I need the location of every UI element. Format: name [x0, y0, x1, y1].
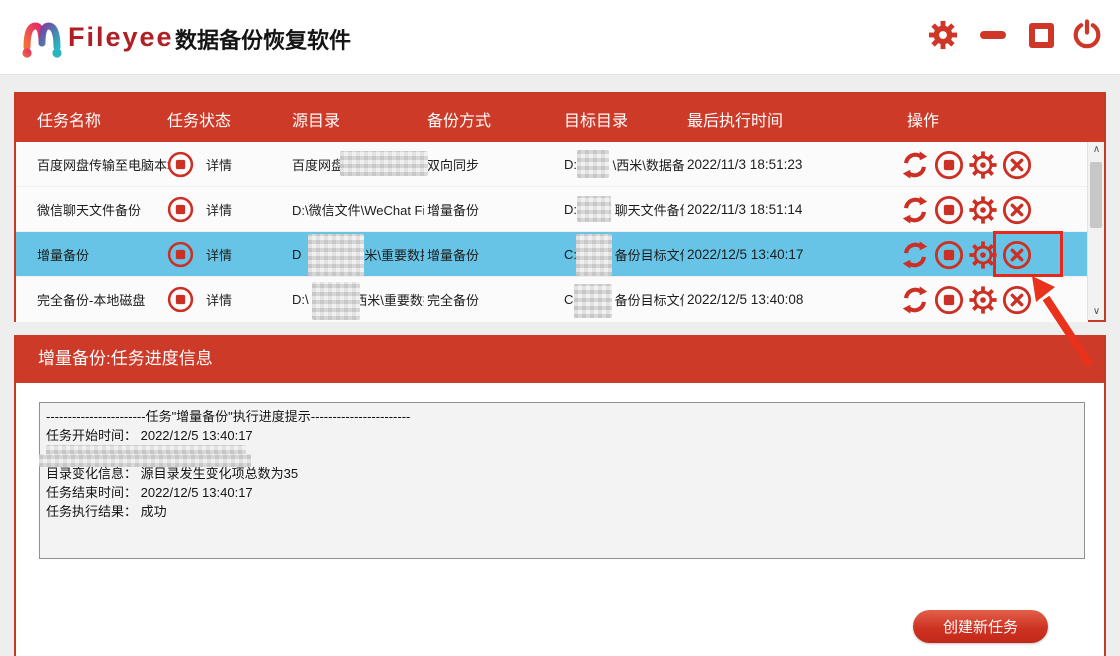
header-source-dir: 源目录: [292, 107, 340, 131]
stop-icon[interactable]: [934, 240, 964, 270]
table-row[interactable]: 完全备份-本地磁盘 详情 D:\\西米\重要数据... 完全备份 C:\备份目标…: [16, 277, 1088, 322]
target-dir-suffix: 聊天文件备份: [615, 200, 684, 219]
detail-link[interactable]: 详情: [206, 200, 232, 219]
delete-icon[interactable]: [1002, 150, 1032, 180]
sync-icon[interactable]: [900, 285, 930, 315]
settings-icon[interactable]: [968, 150, 998, 180]
minimize-icon[interactable]: [976, 18, 1010, 52]
delete-icon[interactable]: [1002, 195, 1032, 225]
stop-status-icon: [167, 196, 194, 223]
last-run-time: 2022/12/5 13:40:08: [687, 277, 847, 322]
progress-panel-title: 增量备份:任务进度信息: [16, 335, 1104, 383]
censor-mosaic: [340, 151, 428, 176]
censor-mosaic: [308, 234, 364, 276]
log-line: 任务开始时间： 2022/12/5 13:40:17: [46, 426, 1078, 445]
source-dir-suffix: \西米\重要数据...: [351, 290, 424, 309]
table-row-selected[interactable]: 增量备份 详情 D西米\重要数据... 增量备份 C:\备份目标文件夹 2022…: [16, 232, 1088, 277]
stop-icon[interactable]: [934, 285, 964, 315]
settings-gear-icon[interactable]: [926, 18, 960, 52]
task-name: 百度网盘传输至电脑本地: [37, 142, 169, 187]
settings-icon[interactable]: [968, 285, 998, 315]
header-task-status: 任务状态: [167, 107, 231, 131]
scroll-up-icon[interactable]: ∧: [1088, 142, 1105, 158]
table-scrollbar[interactable]: ∧ ∨: [1087, 142, 1104, 320]
delete-icon[interactable]: [1002, 285, 1032, 315]
censor-mosaic: [577, 150, 609, 178]
censor-mosaic: [39, 454, 251, 467]
censor-mosaic: [574, 284, 612, 318]
maximize-icon[interactable]: [1024, 18, 1058, 52]
progress-panel: 增量备份:任务进度信息 -----------------------任务"增量…: [14, 335, 1106, 656]
delete-icon[interactable]: [1002, 240, 1032, 270]
backup-method: 增量备份: [427, 187, 527, 232]
last-run-time: 2022/12/5 13:40:17: [687, 232, 847, 277]
header-target-dir: 目标目录: [564, 107, 628, 131]
censor-mosaic: [577, 196, 611, 222]
task-table: 任务名称 任务状态 源目录 备份方式 目标目录 最后执行时间 操作 百度网盘传输…: [14, 92, 1106, 322]
sync-icon[interactable]: [900, 240, 930, 270]
backup-method: 双向同步: [427, 142, 527, 187]
sync-icon[interactable]: [900, 150, 930, 180]
stop-status-icon: [167, 286, 194, 313]
target-dir-suffix: 备份目标文件夹: [615, 290, 684, 309]
target-dir-suffix: \西米\数据备...: [613, 155, 684, 174]
detail-link[interactable]: 详情: [206, 245, 232, 264]
app-title: 数据备份恢复软件: [175, 23, 351, 55]
detail-link[interactable]: 详情: [206, 155, 232, 174]
title-bar: Fileyee 数据备份恢复软件: [0, 0, 1120, 75]
log-line: 任务结束时间： 2022/12/5 13:40:17: [46, 483, 1078, 502]
header-backup-method: 备份方式: [427, 107, 491, 131]
source-dir: D:\: [292, 292, 309, 307]
sync-icon[interactable]: [900, 195, 930, 225]
log-line: -----------------------任务"增量备份"执行进度提示---…: [46, 407, 1078, 426]
create-new-task-button[interactable]: 创建新任务: [913, 610, 1048, 643]
scrollbar-thumb[interactable]: [1090, 162, 1102, 228]
detail-link[interactable]: 详情: [206, 290, 232, 309]
task-name: 微信聊天文件备份: [37, 187, 169, 232]
table-header: 任务名称 任务状态 源目录 备份方式 目标目录 最后执行时间 操作: [16, 94, 1104, 142]
header-last-run-time: 最后执行时间: [687, 107, 783, 131]
backup-method: 完全备份: [427, 277, 527, 322]
stop-icon[interactable]: [934, 150, 964, 180]
censor-mosaic: [576, 234, 612, 276]
settings-icon[interactable]: [968, 240, 998, 270]
scroll-down-icon[interactable]: ∨: [1088, 304, 1105, 320]
power-close-icon[interactable]: [1070, 18, 1104, 52]
source-dir: D:\微信文件\WeChat Fi...: [292, 187, 424, 232]
table-row[interactable]: 百度网盘传输至电脑本地 详情 百度网盘/D... 双向同步 D:\\西米\数据备…: [16, 142, 1088, 187]
fileyee-logo-icon: [20, 15, 64, 61]
task-name: 增量备份: [37, 232, 169, 277]
table-row[interactable]: 微信聊天文件备份 详情 D:\微信文件\WeChat Fi... 增量备份 D:…: [16, 187, 1088, 232]
log-line: 任务执行结果： 成功: [46, 502, 1078, 521]
settings-icon[interactable]: [968, 195, 998, 225]
task-name: 完全备份-本地磁盘: [37, 277, 169, 322]
target-dir-suffix: 备份目标文件夹: [615, 245, 684, 264]
brand-name: Fileyee: [68, 22, 174, 53]
last-run-time: 2022/11/3 18:51:14: [687, 187, 847, 232]
source-dir: D: [292, 247, 301, 262]
progress-log[interactable]: -----------------------任务"增量备份"执行进度提示---…: [39, 402, 1085, 559]
backup-method: 增量备份: [427, 232, 527, 277]
censor-mosaic: [312, 282, 360, 320]
stop-status-icon: [167, 151, 194, 178]
stop-icon[interactable]: [934, 195, 964, 225]
source-dir: 百度网盘: [292, 155, 344, 174]
last-run-time: 2022/11/3 18:51:23: [687, 142, 847, 187]
stop-status-icon: [167, 241, 194, 268]
header-operations: 操作: [907, 107, 939, 131]
header-task-name: 任务名称: [37, 107, 101, 131]
